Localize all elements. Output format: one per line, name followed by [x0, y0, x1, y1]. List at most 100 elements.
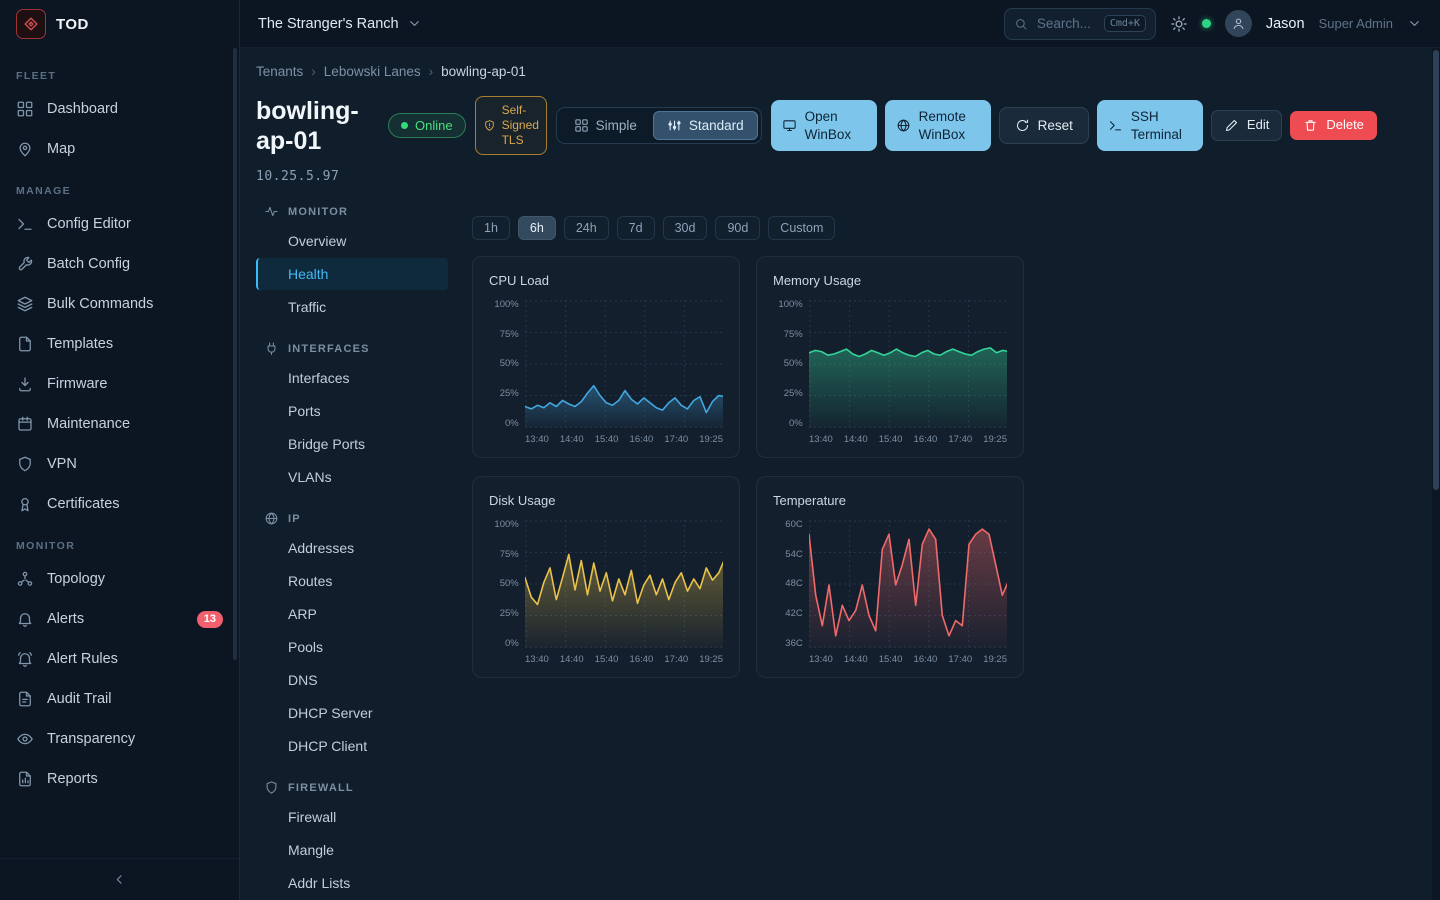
subnav-item-overview[interactable]: Overview: [256, 225, 448, 257]
subnav-group-interfaces: INTERFACES InterfacesPortsBridge PortsVLA…: [256, 341, 448, 493]
status-label: Online: [415, 118, 453, 133]
connection-status-dot: [1202, 19, 1211, 28]
subnav-item-addresses[interactable]: Addresses: [256, 532, 448, 564]
sidebar-item-vpn[interactable]: VPN: [0, 444, 239, 484]
subnav-group-title: INTERFACES: [288, 343, 370, 355]
chart-body: 60C54C48C42C36C: [773, 520, 1007, 648]
app-logo-icon: [16, 9, 46, 39]
search-box[interactable]: Cmd+K: [1004, 8, 1156, 40]
subnav-item-vlans[interactable]: VLANs: [256, 461, 448, 493]
sidebar-item-dashboard[interactable]: Dashboard: [0, 89, 239, 129]
subnav-item-dhcp-client[interactable]: DHCP Client: [256, 730, 448, 762]
x-tick-label: 15:40: [595, 434, 619, 445]
time-range-24h[interactable]: 24h: [564, 216, 609, 240]
y-tick-label: 60C: [785, 520, 802, 530]
tenant-selector[interactable]: The Stranger's Ranch: [258, 16, 422, 32]
user-avatar[interactable]: [1225, 10, 1252, 37]
device-header: bowling-ap-01 10.25.5.97 Online Self-Sig…: [256, 96, 1416, 184]
subnav-item-bridge-ports[interactable]: Bridge Ports: [256, 428, 448, 460]
subnav-item-mangle[interactable]: Mangle: [256, 834, 448, 866]
sidebar-item-maintenance[interactable]: Maintenance: [0, 404, 239, 444]
sidebar-scrollbar[interactable]: [233, 48, 237, 660]
time-range-7d[interactable]: 7d: [617, 216, 655, 240]
charts-panel: 1h6h24h7d30d90dCustom CPU Load100%75%50%…: [448, 202, 1416, 678]
sidebar-item-firmware[interactable]: Firmware: [0, 364, 239, 404]
device-block: bowling-ap-01 10.25.5.97: [256, 96, 362, 184]
subnav-item-addr-lists[interactable]: Addr Lists: [256, 867, 448, 899]
sidebar-item-topology[interactable]: Topology: [0, 559, 239, 599]
x-tick-label: 13:40: [809, 654, 833, 665]
window-scrollbar-thumb[interactable]: [1433, 50, 1439, 490]
chart-body: 100%75%50%25%0%: [773, 300, 1007, 428]
subnav-item-health[interactable]: Health: [256, 258, 448, 290]
sidebar-item-label: Firmware: [47, 376, 107, 392]
x-tick-label: 14:40: [844, 434, 868, 445]
download-icon: [16, 375, 34, 393]
sidebar-item-audit-trail[interactable]: Audit Trail: [0, 679, 239, 719]
sidebar-item-batch-config[interactable]: Batch Config: [0, 244, 239, 284]
bell-icon: [16, 610, 34, 628]
time-range-custom[interactable]: Custom: [768, 216, 835, 240]
shield-alert-icon: [483, 119, 496, 132]
button-label: Open WinBox: [805, 108, 866, 143]
breadcrumb-item-lebowski-lanes[interactable]: Lebowski Lanes: [324, 64, 421, 79]
sidebar-item-config-editor[interactable]: Config Editor: [0, 204, 239, 244]
file-icon: [16, 335, 34, 353]
chart-title: Temperature: [773, 493, 1007, 508]
chart-y-axis: 100%75%50%25%0%: [489, 520, 519, 648]
subnav-item-firewall[interactable]: Firewall: [256, 801, 448, 833]
subnav-item-traffic[interactable]: Traffic: [256, 291, 448, 323]
subnav-item-ports[interactable]: Ports: [256, 395, 448, 427]
sidebar-item-transparency[interactable]: Transparency: [0, 719, 239, 759]
sun-icon[interactable]: [1170, 15, 1188, 33]
document-icon: [16, 690, 34, 708]
sidebar-item-alert-rules[interactable]: Alert Rules: [0, 639, 239, 679]
time-range-6h[interactable]: 6h: [518, 216, 556, 240]
subnav-item-arp[interactable]: ARP: [256, 598, 448, 630]
remote-winbox-button[interactable]: Remote WinBox: [885, 100, 991, 151]
topology-icon: [16, 570, 34, 588]
x-tick-label: 17:40: [948, 434, 972, 445]
x-tick-label: 15:40: [595, 654, 619, 665]
open-winbox-button[interactable]: Open WinBox: [771, 100, 877, 151]
chart-x-axis: 13:4014:4015:4016:4017:4019:25: [525, 434, 723, 445]
delete-button[interactable]: Delete: [1290, 111, 1377, 140]
sidebar-collapse-button[interactable]: [0, 858, 239, 900]
sidebar-item-alerts[interactable]: Alerts13: [0, 599, 239, 639]
time-range-90d[interactable]: 90d: [715, 216, 760, 240]
y-tick-label: 0%: [505, 419, 519, 429]
y-tick-label: 25%: [500, 609, 519, 619]
device-action-buttons: Open WinBox Remote WinBoxResetSSH Termina…: [771, 100, 1377, 151]
chart-card-temperature: Temperature60C54C48C42C36C13:4014:4015:4…: [756, 476, 1024, 678]
time-range-1h[interactable]: 1h: [472, 216, 510, 240]
time-range-30d[interactable]: 30d: [663, 216, 708, 240]
view-mode-simple[interactable]: Simple: [560, 111, 651, 140]
pencil-icon: [1224, 118, 1239, 133]
chevron-down-icon: [407, 16, 422, 31]
breadcrumb-item-tenants[interactable]: Tenants: [256, 64, 303, 79]
sidebar-item-map[interactable]: Map: [0, 129, 239, 169]
subnav-item-routes[interactable]: Routes: [256, 565, 448, 597]
subnav-item-interfaces[interactable]: Interfaces: [256, 362, 448, 394]
sidebar-item-certificates[interactable]: Certificates: [0, 484, 239, 524]
subnav-item-pools[interactable]: Pools: [256, 631, 448, 663]
window-scrollbar[interactable]: [1432, 48, 1440, 900]
app-logo[interactable]: TOD: [0, 0, 239, 48]
edit-button[interactable]: Edit: [1211, 110, 1282, 141]
view-mode-standard[interactable]: Standard: [653, 111, 758, 140]
subnav-item-dns[interactable]: DNS: [256, 664, 448, 696]
chevron-down-icon[interactable]: [1407, 16, 1422, 31]
sidebar-item-bulk-commands[interactable]: Bulk Commands: [0, 284, 239, 324]
topbar-right: Cmd+K Jason Super Admin: [1004, 8, 1422, 40]
reset-button[interactable]: Reset: [999, 107, 1089, 145]
ssh-terminal-button[interactable]: SSH Terminal: [1097, 100, 1203, 151]
sidebar-item-reports[interactable]: Reports: [0, 759, 239, 799]
subnav-item-dhcp-server[interactable]: DHCP Server: [256, 697, 448, 729]
content-row: MONITOROverviewHealthTrafficINTERFACESIn…: [256, 202, 1416, 900]
subnav-group-title: IP: [288, 513, 301, 525]
user-role: Super Admin: [1319, 16, 1393, 31]
search-input[interactable]: [1035, 15, 1097, 32]
chart-x-axis: 13:4014:4015:4016:4017:4019:25: [809, 434, 1007, 445]
chart-body: 100%75%50%25%0%: [489, 520, 723, 648]
sidebar-item-templates[interactable]: Templates: [0, 324, 239, 364]
